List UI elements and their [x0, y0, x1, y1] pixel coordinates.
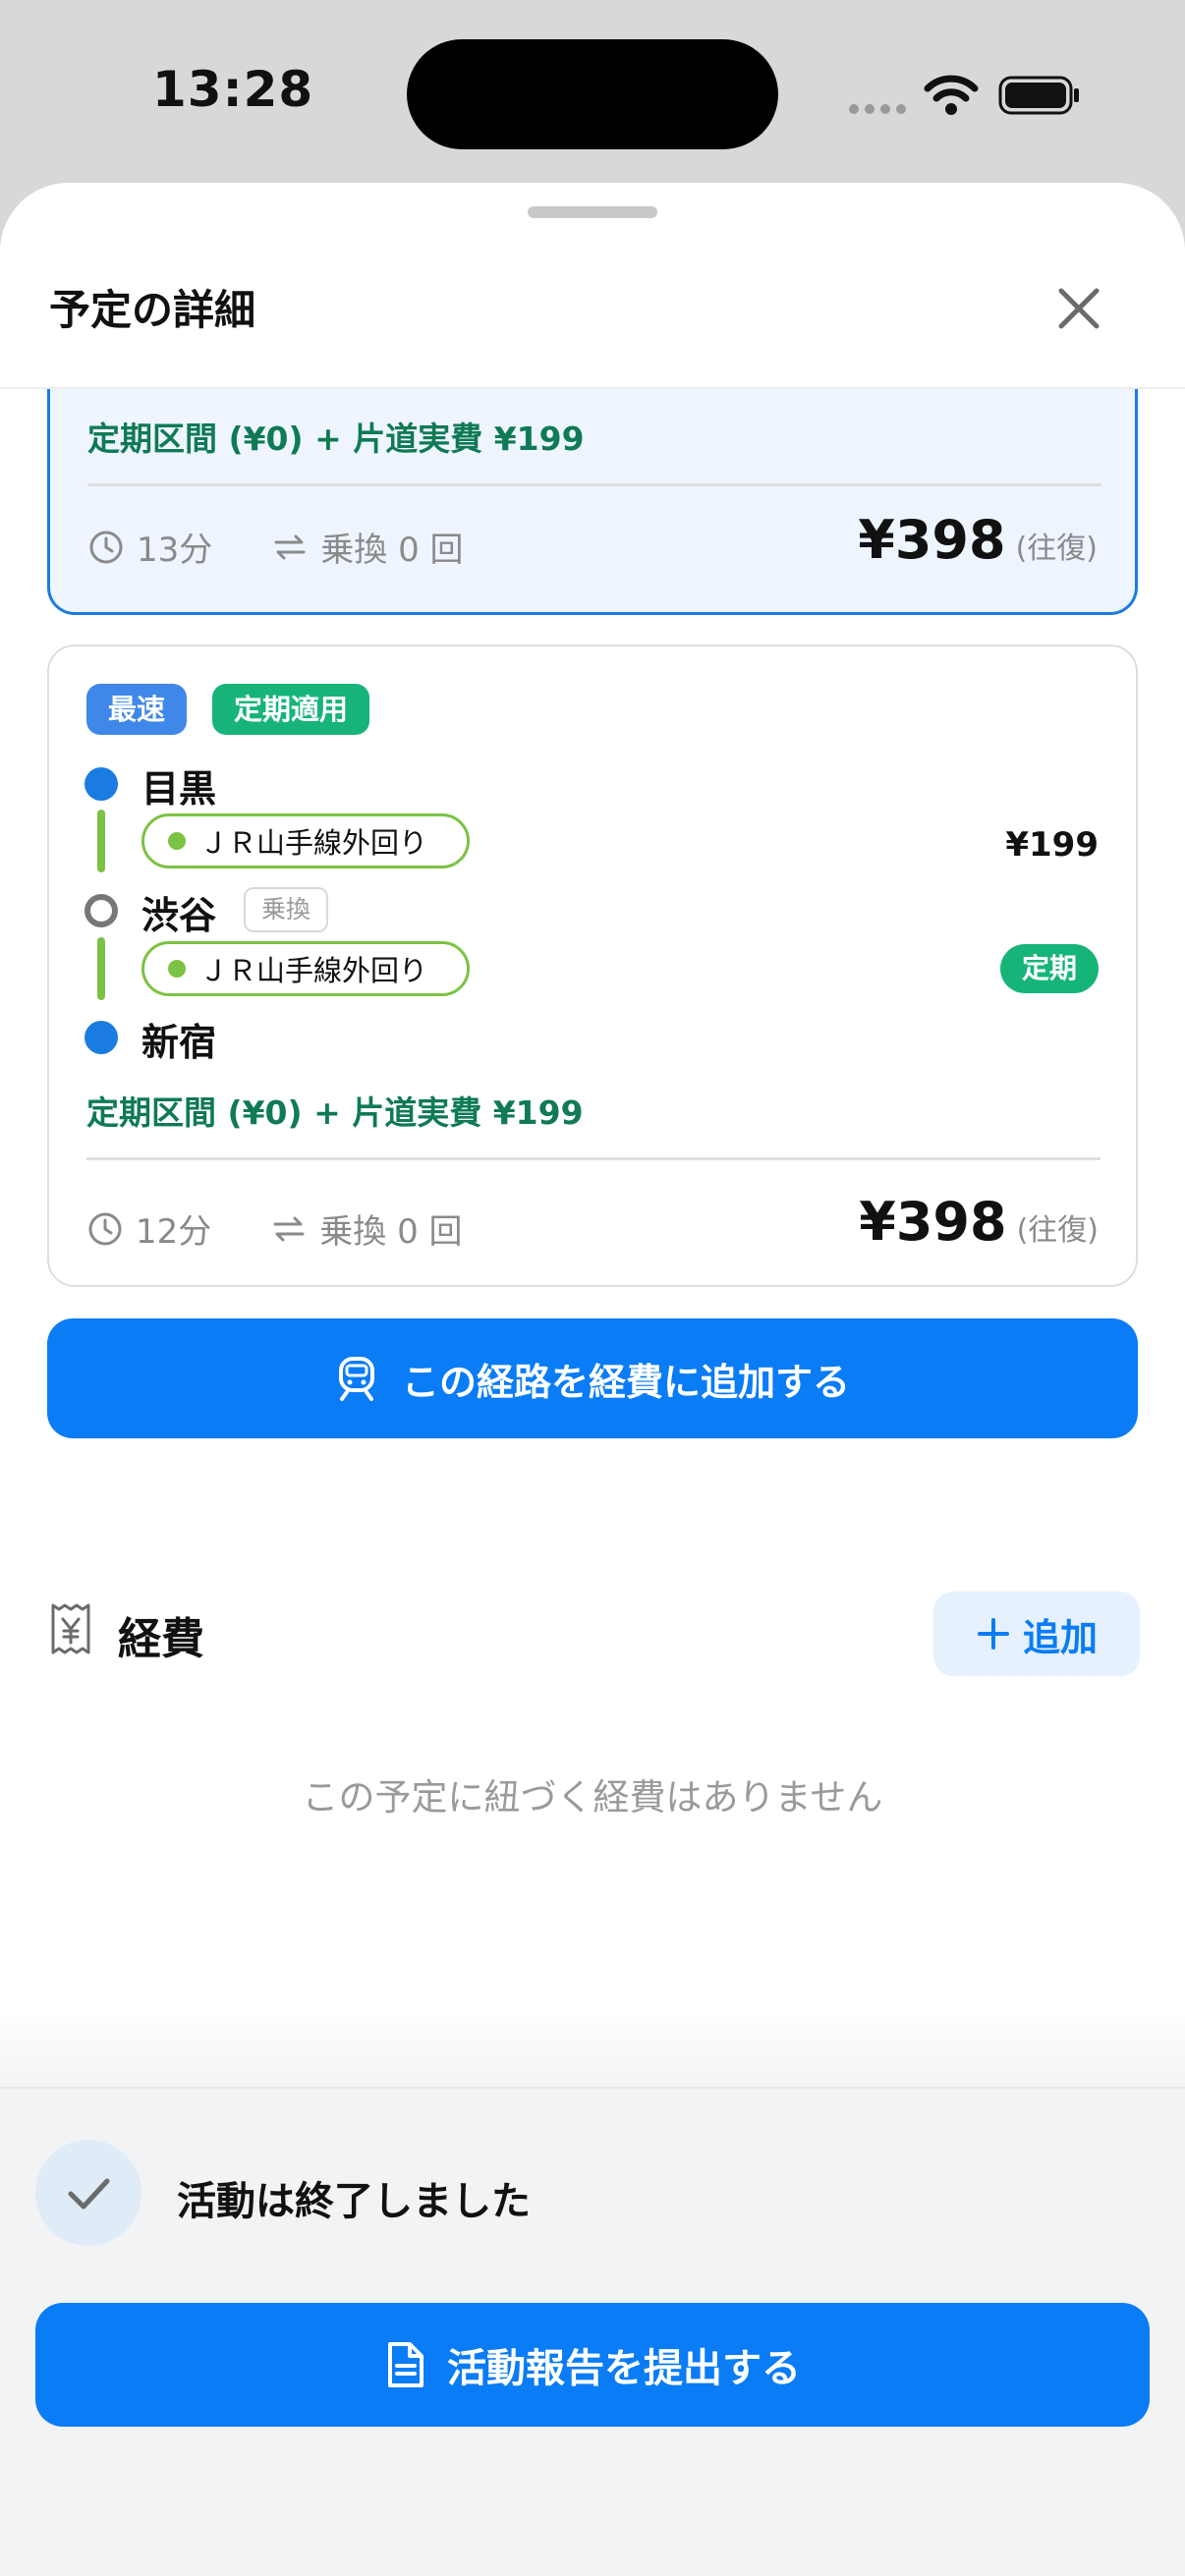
detail-sheet: 予定の詳細 定期区間 (¥0) + 片道実費 ¥199 13分 乗換 0 回 ¥…	[0, 183, 1185, 2576]
clock-icon	[89, 531, 123, 563]
route-price: ¥398 (往復)	[858, 509, 1098, 571]
dynamic-island	[407, 39, 778, 149]
price-amount: ¥398	[858, 509, 1006, 571]
station-origin: 目黒	[141, 767, 217, 811]
sheet-header: 予定の詳細	[0, 183, 1185, 389]
transfer-icon	[273, 1216, 305, 1241]
sheet-title: 予定の詳細	[49, 286, 256, 334]
price-unit: (往復)	[1016, 1213, 1099, 1248]
signal-dots-icon	[849, 104, 906, 114]
pass-summary: 定期区間 (¥0) + 片道実費 ¥199	[87, 420, 585, 458]
screen: 13:28 予定の詳細 定期区間 (¥0) + 片道実費 ¥199 13分 乗換…	[0, 0, 1185, 2576]
pass-summary: 定期区間 (¥0) + 片道実費 ¥199	[86, 1093, 584, 1132]
document-icon	[388, 2342, 423, 2387]
price-unit: (往復)	[1015, 532, 1098, 566]
station-dot	[85, 1021, 118, 1054]
divider	[87, 483, 1101, 486]
station-transfer: 渋谷	[141, 894, 217, 937]
station-dot	[85, 767, 118, 801]
route-line-bar	[97, 810, 105, 872]
status-time: 13:28	[152, 61, 314, 118]
receipt-icon	[51, 1603, 90, 1654]
submit-report-label: 活動報告を提出する	[447, 2346, 801, 2391]
route-card-selected[interactable]: 定期区間 (¥0) + 片道実費 ¥199 13分 乗換 0 回 ¥398 (往…	[47, 389, 1138, 615]
route-meta: 13分 乗換 0 回	[87, 523, 464, 571]
add-route-to-expense-button[interactable]: この経路を経費に追加する	[47, 1318, 1138, 1438]
sheet-grabber[interactable]	[528, 206, 657, 218]
route-price: ¥398 (往復)	[859, 1191, 1099, 1253]
plus-icon	[977, 1618, 1009, 1650]
route-line-bar	[97, 937, 105, 1000]
add-route-label: この経路を経費に追加する	[401, 1360, 850, 1404]
transfer-icon	[274, 534, 306, 559]
transfer-count: 乗換 0 回	[320, 531, 464, 570]
checkmark-icon	[68, 2178, 110, 2210]
sheet-content[interactable]: 定期区間 (¥0) + 片道実費 ¥199 13分 乗換 0 回 ¥398 (往…	[0, 389, 1185, 2079]
line-color-dot	[168, 960, 186, 978]
line-color-dot	[168, 832, 186, 850]
station-destination: 新宿	[141, 1021, 217, 1064]
add-expense-label: 追加	[1022, 1615, 1098, 1659]
segment-fare: ¥199	[1005, 825, 1099, 865]
activity-done-indicator	[35, 2140, 141, 2246]
tag-fastest: 最速	[86, 684, 188, 735]
divider	[86, 1157, 1100, 1160]
expenses-empty-message: この予定に紐づく経費はありません	[302, 1776, 883, 1819]
route-meta: 12分 乗換 0 回	[86, 1204, 463, 1253]
expenses-title: 経費	[118, 1614, 204, 1664]
train-icon	[338, 1357, 374, 1401]
route-card[interactable]: 最速 定期適用 目黒 ＪＲ山手線外回り ¥199 渋谷 乗換 ＪＲ山手線外回り	[47, 644, 1138, 1287]
station-dot-transfer	[85, 894, 118, 927]
bottom-fade	[0, 2010, 1185, 2089]
transfer-count: 乗換 0 回	[319, 1212, 463, 1252]
bottom-action-panel: 活動は終了しました 活動報告を提出する	[0, 2087, 1185, 2576]
transfer-badge: 乗換	[244, 887, 328, 932]
duration: 13分	[137, 531, 213, 570]
close-icon[interactable]	[1049, 279, 1108, 338]
tag-pass-applied: 定期適用	[212, 684, 370, 735]
activity-status-text: 活動は終了しました	[177, 2179, 531, 2224]
pass-badge: 定期	[999, 944, 1099, 993]
battery-icon	[998, 76, 1079, 115]
expenses-header: 経費 追加	[49, 1592, 1140, 1676]
price-amount: ¥398	[859, 1191, 1007, 1253]
add-expense-button[interactable]: 追加	[933, 1592, 1140, 1676]
line-name: ＪＲ山手線外回り	[199, 826, 428, 860]
wifi-icon	[924, 75, 979, 115]
duration: 12分	[136, 1212, 212, 1252]
submit-report-button[interactable]: 活動報告を提出する	[35, 2303, 1150, 2427]
line-name: ＪＲ山手線外回り	[199, 954, 428, 987]
clock-icon	[88, 1212, 122, 1245]
line-pill: ＪＲ山手線外回り	[141, 813, 470, 868]
line-pill: ＪＲ山手線外回り	[141, 941, 470, 996]
